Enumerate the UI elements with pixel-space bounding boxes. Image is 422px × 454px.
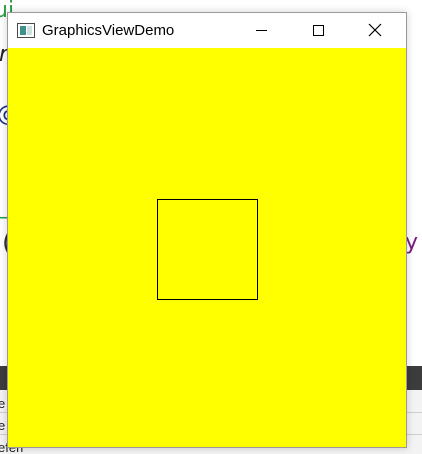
background-output-text: e [0,396,6,411]
close-button[interactable] [352,13,398,47]
graphics-view[interactable] [8,48,406,447]
close-icon [368,23,382,37]
minimize-button[interactable] [238,13,284,47]
rectangle-item[interactable] [157,199,258,300]
app-window-icon[interactable] [17,23,35,38]
background-output-text: e [0,418,6,433]
minimize-icon [255,29,267,31]
maximize-icon [312,24,324,36]
window-title: GraphicsViewDemo [42,22,175,39]
maximize-button[interactable] [295,13,341,47]
app-window: GraphicsViewDemo [7,12,407,448]
title-bar[interactable]: GraphicsViewDemo [8,13,406,47]
